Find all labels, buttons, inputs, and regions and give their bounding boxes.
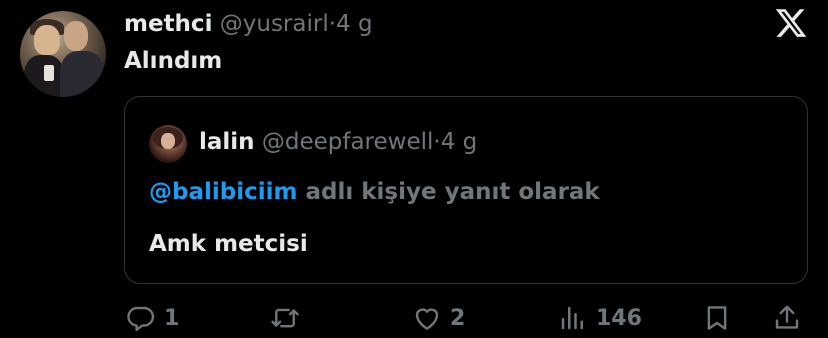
author-handle[interactable]: @yusrairl	[220, 11, 329, 37]
separator-dot: ·	[328, 11, 337, 37]
retweet-icon	[271, 308, 299, 328]
reply-context-text: adlı kişiye yanıt olarak	[297, 179, 600, 205]
quoted-author-name[interactable]: lalin	[199, 129, 255, 155]
tweet-header: methci @yusrairl·4 g	[124, 8, 373, 40]
view-count: 146	[596, 305, 642, 331]
quoted-separator-dot: ·	[433, 129, 441, 155]
quoted-header: lalin @deepfarewell·4 g	[199, 125, 477, 159]
author-name[interactable]: methci	[124, 11, 212, 37]
author-avatar[interactable]	[20, 11, 106, 97]
views-button[interactable]: 146	[558, 298, 642, 338]
like-button[interactable]: 2	[412, 298, 465, 338]
like-icon	[415, 308, 439, 330]
action-bar: 1 2 146	[0, 298, 828, 338]
quoted-text: Amk metcisi	[149, 231, 308, 257]
quoted-author-avatar[interactable]	[149, 125, 187, 163]
x-logo-icon[interactable]	[774, 6, 808, 40]
like-count: 2	[450, 305, 466, 331]
reply-icon	[127, 306, 155, 332]
reply-count: 1	[164, 305, 180, 331]
bookmark-icon	[707, 306, 727, 330]
share-button[interactable]	[772, 298, 802, 338]
quoted-time[interactable]: 4 g	[441, 129, 478, 155]
reply-button[interactable]: 1	[126, 298, 179, 338]
tweet-text: Alındım	[124, 48, 223, 74]
reply-mention-link[interactable]: @balibiciim	[149, 179, 297, 205]
bookmark-button[interactable]	[702, 298, 732, 338]
tweet-time[interactable]: 4 g	[336, 11, 373, 37]
share-icon	[775, 305, 799, 329]
quoted-author-handle[interactable]: @deepfarewell	[262, 129, 434, 155]
quoted-tweet[interactable]: lalin @deepfarewell·4 g @balibiciim adlı…	[124, 96, 808, 284]
retweet-button[interactable]	[270, 298, 308, 338]
reply-context: @balibiciim adlı kişiye yanıt olarak	[149, 176, 600, 208]
views-icon	[561, 306, 583, 330]
